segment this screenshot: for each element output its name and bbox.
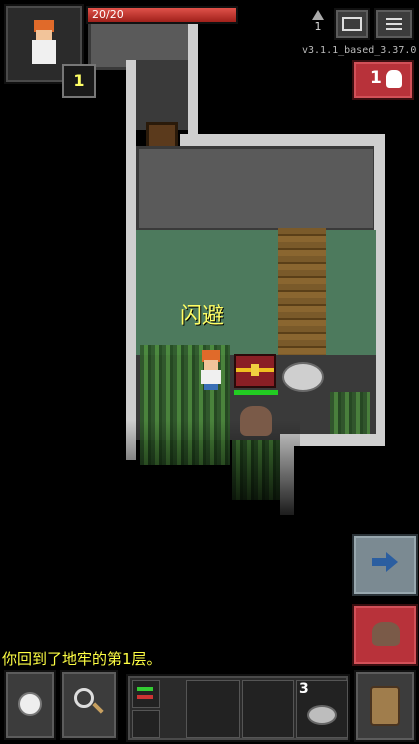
magnifier-icon xyxy=(74,688,94,708)
backpack-icon xyxy=(370,686,400,726)
stairs-icon xyxy=(312,10,324,20)
rat-icon xyxy=(372,622,400,646)
journal-button[interactable] xyxy=(334,8,370,40)
search-button[interactable] xyxy=(60,670,118,740)
inventory-button[interactable] xyxy=(354,670,416,742)
wooden-bridge xyxy=(278,228,326,358)
left-wall xyxy=(126,60,136,460)
quickslot-stone[interactable]: 3 xyxy=(296,680,348,738)
quickslot-empty-2[interactable] xyxy=(186,680,240,738)
chest-health-bar xyxy=(234,390,278,395)
stone-item[interactable] xyxy=(282,362,324,392)
danger-count: 1 xyxy=(370,68,382,88)
swap-quickslot-button[interactable] xyxy=(132,680,160,708)
floating-status-text: 闪避 xyxy=(180,304,225,329)
tall-grass-3 xyxy=(330,392,370,434)
hp-text: 20/20 xyxy=(92,8,124,21)
quickslot-bar: 3 xyxy=(126,674,350,742)
stone-icon xyxy=(307,705,337,725)
water-pool xyxy=(136,230,376,355)
game-log-message: 你回到了地牢的第1层。 xyxy=(2,650,162,668)
hp-bar: 20/20 xyxy=(86,6,238,24)
fog xyxy=(100,420,300,530)
quickslot-count: 3 xyxy=(299,681,309,697)
hero-sprite[interactable] xyxy=(194,350,228,390)
journal-icon xyxy=(342,17,362,31)
skull-icon xyxy=(386,70,402,88)
room-stone-wall xyxy=(136,146,376,231)
hero-level-badge: 1 xyxy=(62,64,96,98)
corridor-right-wall xyxy=(188,20,198,140)
depth-indicator: 1 xyxy=(308,10,328,42)
corridor-floor xyxy=(135,60,191,130)
wait-button[interactable] xyxy=(4,670,56,740)
clock-icon xyxy=(18,692,42,716)
version-label: v3.1.1_based_3.37.0 xyxy=(302,45,417,56)
room-top-wall xyxy=(180,134,385,146)
menu-icon xyxy=(386,18,402,30)
depth-number: 1 xyxy=(314,20,322,33)
quickslot-empty-1[interactable] xyxy=(132,710,160,738)
arrow-right-icon xyxy=(372,558,386,566)
danger-indicator-button[interactable]: 1 xyxy=(352,60,414,100)
resume-button[interactable] xyxy=(352,534,418,596)
menu-button[interactable] xyxy=(374,8,414,40)
quickslot-empty-3[interactable] xyxy=(242,680,294,738)
rat-enemy[interactable] xyxy=(240,406,272,436)
swap-arrows-icon xyxy=(137,687,153,691)
attack-button[interactable] xyxy=(352,604,418,666)
treasure-chest[interactable] xyxy=(234,354,276,388)
